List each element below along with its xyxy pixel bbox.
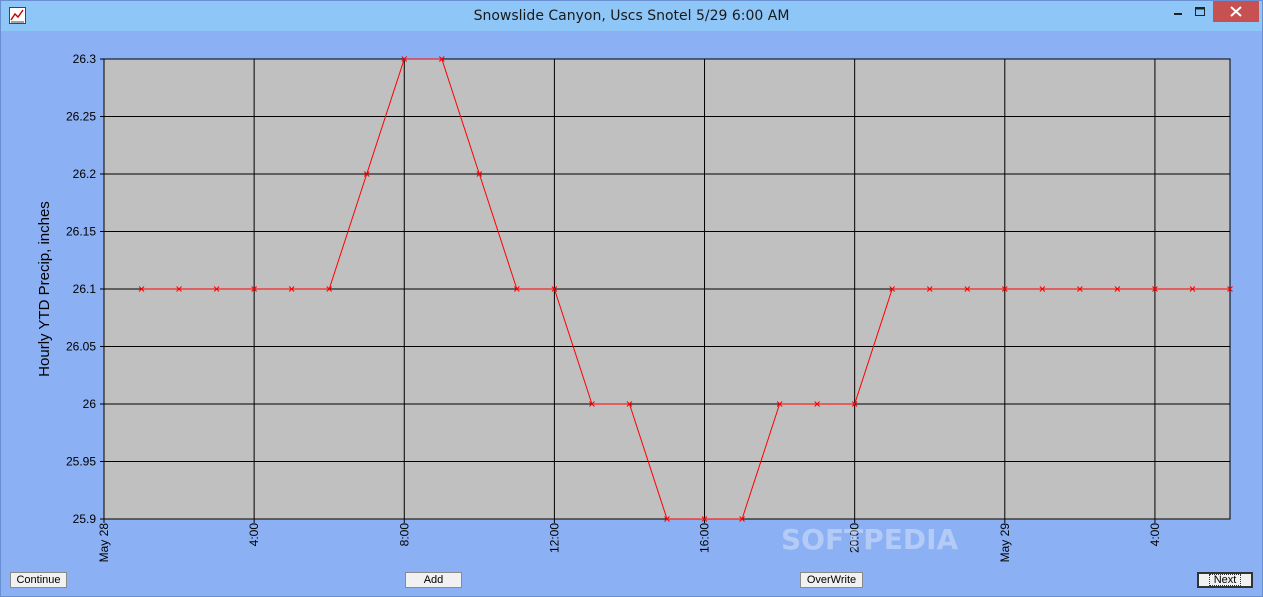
y-axis-label: Hourly YTD Precip, inches	[36, 201, 53, 377]
y-tick-label: 25.95	[66, 455, 96, 469]
chart-window: Snowslide Canyon, Uscs Snotel 5/29 6:00 …	[0, 0, 1263, 597]
next-button-label: Next	[1208, 574, 1242, 586]
maximize-button[interactable]	[1187, 1, 1213, 22]
y-tick-labels: 26.3 26.25 26.2 26.15 26.1 26.05 26 25.95 25.9	[66, 52, 96, 526]
precip-chart: 26.3 26.25 26.2 26.15 26.1 26.05 26 25.95 25.9 M…	[36, 52, 1233, 563]
next-button[interactable]: Next	[1197, 572, 1253, 588]
y-tick-label: 26.1	[73, 282, 97, 296]
close-button[interactable]	[1213, 1, 1259, 22]
x-tick-label: May 29	[998, 523, 1012, 563]
maximize-icon	[1195, 7, 1205, 16]
y-tick-label: 26.15	[66, 225, 96, 239]
x-tick-label: 12:00	[547, 523, 561, 553]
y-tick-label: 26	[83, 397, 97, 411]
close-icon	[1230, 6, 1242, 17]
x-tick-label: May 28	[97, 523, 111, 563]
watermark-logo: SOFTPEDIA	[781, 523, 959, 556]
x-tick-label: 16:00	[698, 523, 712, 553]
y-tick-label: 26.3	[73, 52, 97, 66]
title-bar[interactable]: Snowslide Canyon, Uscs Snotel 5/29 6:00 …	[1, 1, 1262, 31]
y-tick-label: 26.05	[66, 340, 96, 354]
x-tick-label: 4:00	[247, 523, 261, 547]
continue-button[interactable]: Continue	[10, 572, 67, 588]
y-tick-label: 25.9	[73, 512, 97, 526]
window-title: Snowslide Canyon, Uscs Snotel 5/29 6:00 …	[473, 8, 790, 24]
x-tick-label: 8:00	[397, 523, 411, 547]
x-tick-labels: May 28 4:00 8:00 12:00 16:00 20:00 May 29 4:00	[97, 523, 1162, 563]
x-tick-label: 4:00	[1148, 523, 1162, 547]
y-tick-label: 26.25	[66, 110, 96, 124]
overwrite-button[interactable]: OverWrite	[800, 572, 863, 588]
y-tick-label: 26.2	[73, 167, 97, 181]
add-button[interactable]: Add	[405, 572, 462, 588]
